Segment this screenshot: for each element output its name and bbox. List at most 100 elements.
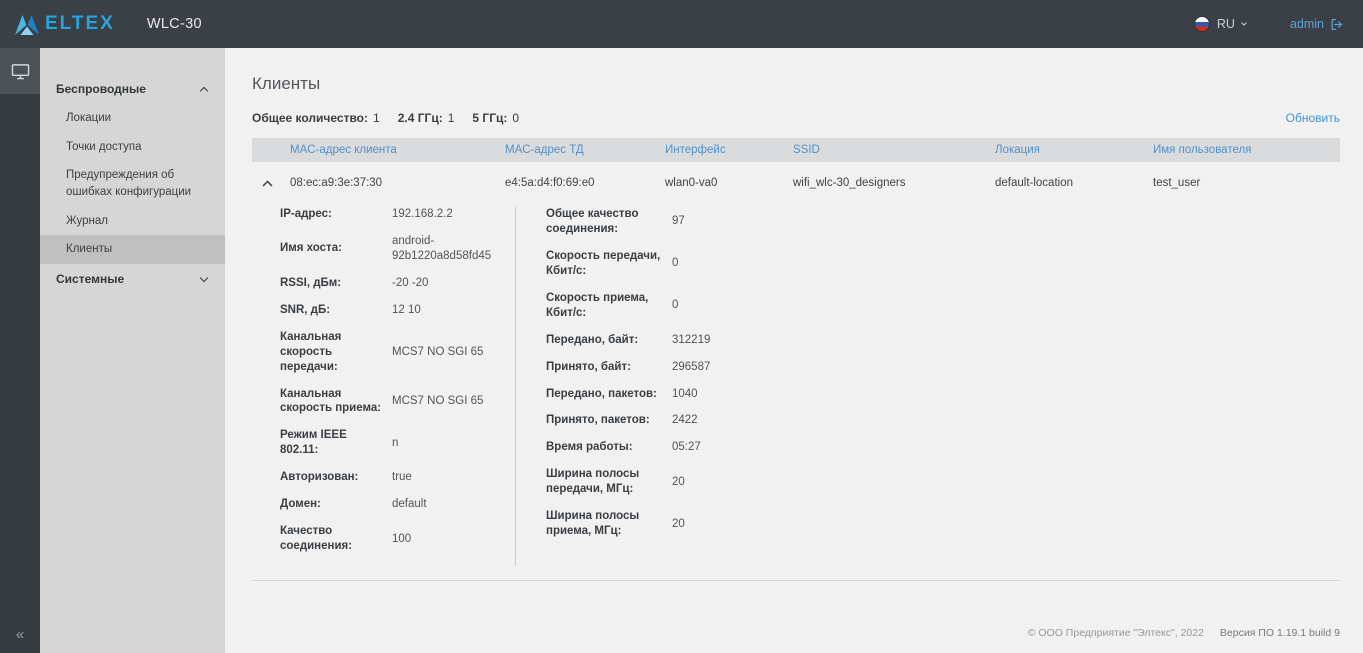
detail-value: MCS7 NO SGI 65 <box>392 345 483 360</box>
detail-row: Общее качество соединения:97 <box>546 207 845 237</box>
detail-value: 0 <box>672 298 678 313</box>
detail-row: Принято, пакетов: 2422 <box>546 413 845 428</box>
eltex-logo-icon <box>14 14 40 35</box>
detail-label: Ширина полосы передачи, МГц: <box>546 467 664 497</box>
sidebar-menu: Беспроводные ЛокацииТочки доступаПредупре… <box>40 48 225 653</box>
main-content: Клиенты Общее количество:12.4 ГГц:15 ГГц… <box>225 48 1363 653</box>
summary-label: Общее количество: <box>252 111 368 125</box>
chevron-down-icon <box>1241 20 1247 26</box>
detail-label: Принято, пакетов: <box>546 413 664 428</box>
detail-row: Передано, пакетов: 1040 <box>546 387 845 402</box>
sidebar-group-header[interactable]: Системные <box>40 264 225 294</box>
detail-value: -20 -20 <box>392 276 428 291</box>
language-selector[interactable]: RU <box>1194 16 1246 32</box>
detail-value: 05:27 <box>672 440 701 455</box>
logout-icon[interactable] <box>1330 18 1343 31</box>
detail-label: Канальная скорость передачи: <box>280 330 386 375</box>
chevron-up-icon <box>262 180 273 187</box>
client-cell: test_user <box>1153 177 1340 189</box>
detail-label: Качество соединения: <box>280 524 386 554</box>
client-cell: wlan0-va0 <box>665 177 793 189</box>
detail-label: Скорость передачи, Кбит/с: <box>546 249 664 279</box>
version-info: Версия ПО 1.19.1 build 9 <box>1220 627 1340 639</box>
sidebar-group-label: Системные <box>56 272 124 286</box>
details-col-right: Общее качество соединения:97 Скорость пер… <box>515 207 845 566</box>
sidebar-group-label: Беспроводные <box>56 82 146 96</box>
table-header-row: MAC-адрес клиентаMAC-адрес ТДИнтерфейсSS… <box>252 138 1340 162</box>
detail-row: Ширина полосы приема, МГц:20 <box>546 509 845 539</box>
chevron-up-icon <box>200 87 208 95</box>
monitoring-button[interactable] <box>0 48 40 94</box>
detail-row: Домен:default <box>280 497 515 512</box>
client-cell: 08:ec:a9:3e:37:30 <box>290 177 505 189</box>
detail-row: Ширина полосы передачи, МГц: 20 <box>546 467 845 497</box>
detail-row: Время работы:05:27 <box>546 440 845 455</box>
detail-label: Передано, пакетов: <box>546 387 664 402</box>
detail-value: 100 <box>392 532 411 547</box>
russian-flag-icon <box>1194 16 1210 32</box>
sidebar-collapse-button[interactable]: « <box>0 626 40 643</box>
chevron-down-icon <box>200 274 208 282</box>
detail-label: Передано, байт: <box>546 333 664 348</box>
detail-value: 2422 <box>672 413 698 428</box>
client-cell: wifi_wlc-30_designers <box>793 177 995 189</box>
sidebar-item[interactable]: Локации <box>40 104 225 133</box>
detail-row: Авторизован:true <box>280 470 515 485</box>
app-window: ELTEX WLC-30 RU admin <box>0 0 1363 653</box>
detail-label: Авторизован: <box>280 470 386 485</box>
detail-value: 20 <box>672 517 685 532</box>
refresh-button[interactable]: Обновить <box>1286 111 1340 125</box>
detail-row: Канальная скорость приема:MCS7 NO SGI 65 <box>280 387 515 417</box>
copyright: © ООО Предприятие "Элтекс", 2022 <box>1028 627 1204 639</box>
sidebar-group-header[interactable]: Беспроводные <box>40 74 225 104</box>
logo-text: ELTEX <box>45 13 115 35</box>
column-header[interactable]: MAC-адрес ТД <box>505 144 665 156</box>
sidebar-item[interactable]: Журнал <box>40 207 225 236</box>
detail-value: 312219 <box>672 333 710 348</box>
detail-row: RSSI, дБм:-20 -20 <box>280 276 515 291</box>
sidebar-item[interactable]: Клиенты <box>40 235 225 264</box>
detail-label: Принято, байт: <box>546 360 664 375</box>
sidebar-item[interactable]: Точки доступа <box>40 133 225 162</box>
summary-item: 2.4 ГГц:1 <box>398 111 455 125</box>
detail-row: Канальная скорость передачи: MCS7 NO SGI … <box>280 330 515 375</box>
summary-counters: Общее количество:12.4 ГГц:15 ГГц:0 <box>252 111 519 125</box>
details-col-left: IP-адрес:192.168.2.2Имя хоста:android-92… <box>252 207 515 566</box>
language-label: RU <box>1217 17 1235 31</box>
detail-label: Скорость приема, Кбит/с: <box>546 291 664 321</box>
collapse-row-button[interactable] <box>252 180 290 187</box>
username: admin <box>1290 17 1324 31</box>
column-header[interactable]: Имя пользователя <box>1153 144 1340 156</box>
sidebar-item[interactable]: Предупреждения об ошибках конфигурации <box>40 161 225 206</box>
summary-item: Общее количество:1 <box>252 111 380 125</box>
header-right: RU admin <box>1194 16 1343 32</box>
footer: © ООО Предприятие "Элтекс", 2022 Версия … <box>1028 627 1340 639</box>
column-header[interactable]: Локация <box>995 144 1153 156</box>
client-row: 08:ec:a9:3e:37:30e4:5a:d4:f0:69:e0wlan0-… <box>252 162 1340 201</box>
client-cell: default-location <box>995 177 1153 189</box>
summary-label: 2.4 ГГц: <box>398 111 443 125</box>
left-toolbar: « <box>0 48 40 653</box>
detail-value: 97 <box>672 214 685 229</box>
detail-row: Качество соединения: 100 <box>280 524 515 554</box>
detail-label: SNR, дБ: <box>280 303 386 318</box>
column-header[interactable]: MAC-адрес клиента <box>290 144 505 156</box>
detail-value: android-92b1220a8d58fd45 <box>392 234 515 264</box>
user-menu[interactable]: admin <box>1290 17 1343 31</box>
detail-row: Скорость передачи, Кбит/с: 0 <box>546 249 845 279</box>
column-header[interactable]: Интерфейс <box>665 144 793 156</box>
detail-value: 1040 <box>672 387 698 402</box>
column-header[interactable]: SSID <box>793 144 995 156</box>
eltex-logo: ELTEX <box>14 13 115 35</box>
summary-row: Общее количество:12.4 ГГц:15 ГГц:0 Обнов… <box>252 111 1340 125</box>
detail-label: Режим IEEE 802.11: <box>280 428 386 458</box>
detail-value: 296587 <box>672 360 710 375</box>
detail-value: MCS7 NO SGI 65 <box>392 394 483 409</box>
detail-value: 20 <box>672 475 685 490</box>
detail-row: IP-адрес:192.168.2.2 <box>280 207 515 222</box>
detail-value: 0 <box>672 256 678 271</box>
detail-label: Домен: <box>280 497 386 512</box>
detail-row: Скорость приема, Кбит/с: 0 <box>546 291 845 321</box>
detail-row: SNR, дБ:12 10 <box>280 303 515 318</box>
product-name: WLC-30 <box>147 16 202 32</box>
